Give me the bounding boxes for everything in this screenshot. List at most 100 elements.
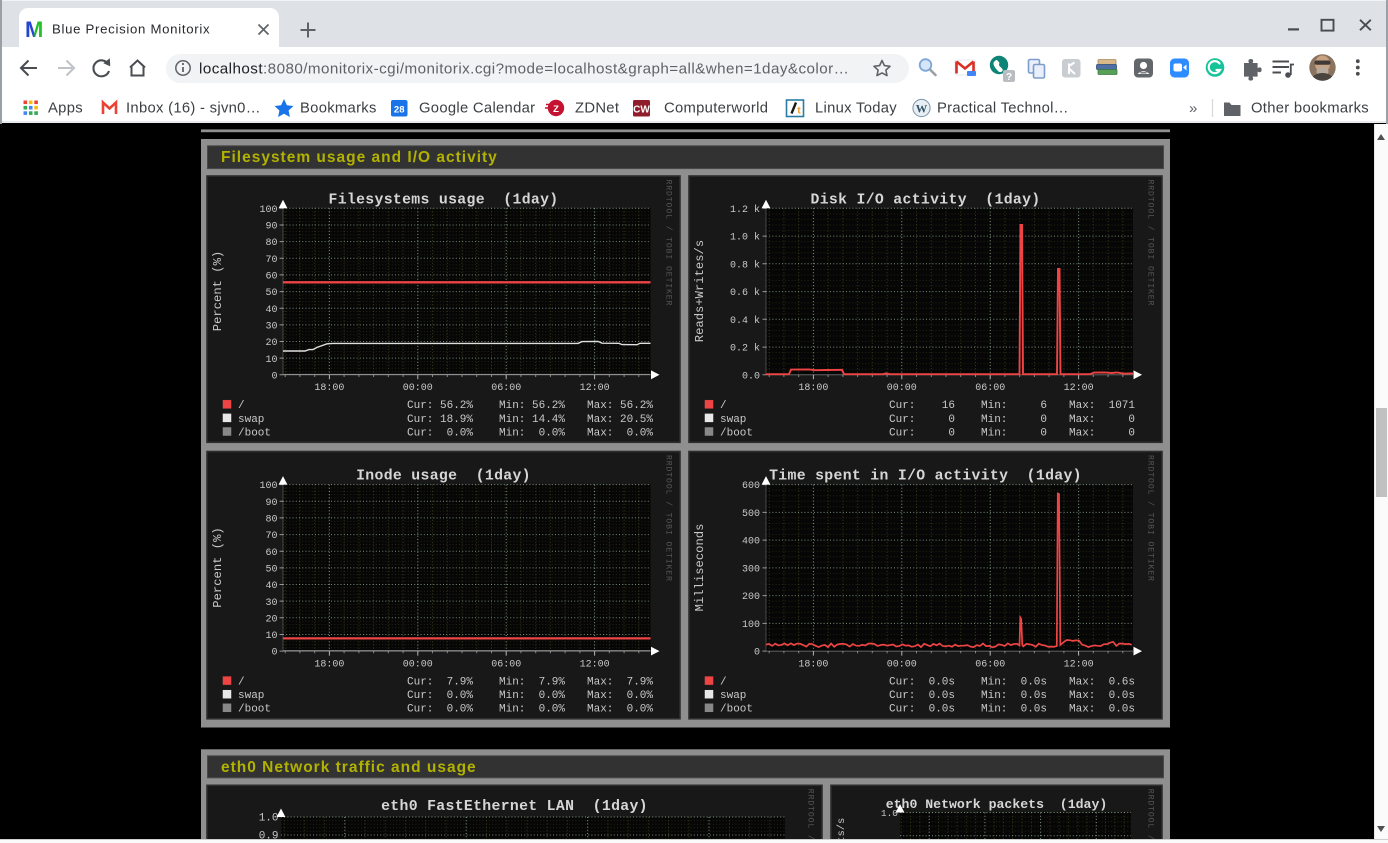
svg-text:Linux Today: Linux Today xyxy=(815,101,897,117)
svg-text:swap: swap xyxy=(720,690,746,702)
svg-text:0: 0 xyxy=(271,648,277,659)
svg-text:0: 0 xyxy=(271,371,277,382)
svg-text:/boot: /boot xyxy=(238,427,271,439)
svg-text:0.6 k: 0.6 k xyxy=(730,287,760,299)
svg-text:Cur: 0.0%: Cur: 0.0% xyxy=(407,704,473,716)
svg-text:18:00: 18:00 xyxy=(798,660,828,671)
svg-text:Cur: 0.0s: Cur: 0.0s xyxy=(889,704,955,716)
svg-text:Practical Technol…: Practical Technol… xyxy=(937,101,1069,117)
svg-text:Apps: Apps xyxy=(48,101,83,117)
svg-text:20: 20 xyxy=(265,338,277,349)
svg-text:RRDTOOL / TOBI OETIKER: RRDTOOL / TOBI OETIKER xyxy=(805,789,815,843)
svg-text:12:00: 12:00 xyxy=(580,660,610,671)
svg-text:12:00: 12:00 xyxy=(1064,660,1094,671)
svg-text:Inode usage (1day): Inode usage (1day) xyxy=(356,468,531,484)
svg-text:Max: 0: Max: 0 xyxy=(1069,414,1135,426)
svg-text:Computerworld: Computerworld xyxy=(664,101,768,117)
svg-text:500: 500 xyxy=(742,509,760,520)
svg-text:0.0: 0.0 xyxy=(742,371,760,382)
svg-text:06:00: 06:00 xyxy=(491,660,521,671)
svg-text:swap: swap xyxy=(238,690,264,702)
svg-text:Max: 20.5%: Max: 20.5% xyxy=(587,414,653,426)
svg-text:Cur: 0.0s: Cur: 0.0s xyxy=(889,677,955,689)
svg-text:swap: swap xyxy=(720,414,746,426)
svg-text:60: 60 xyxy=(265,548,277,559)
svg-text:Cur: 16: Cur: 16 xyxy=(889,400,955,412)
svg-text:Min: 56.2%: Min: 56.2% xyxy=(499,400,565,412)
svg-text:Other bookmarks: Other bookmarks xyxy=(1251,101,1369,117)
svg-text:10: 10 xyxy=(265,355,277,366)
svg-text:300: 300 xyxy=(742,564,760,575)
svg-text:200: 200 xyxy=(742,592,760,603)
svg-text:/: / xyxy=(238,677,245,689)
svg-text:/boot: /boot xyxy=(720,704,753,716)
svg-text:RRDTOOL / TOBI OETIKER: RRDTOOL / TOBI OETIKER xyxy=(663,180,673,307)
svg-text:12:00: 12:00 xyxy=(1064,383,1094,394)
svg-text:18:00: 18:00 xyxy=(798,383,828,394)
svg-text:Milliseconds: Milliseconds xyxy=(693,524,707,612)
svg-text:Percent (%): Percent (%) xyxy=(211,251,225,331)
svg-text:Cur: 7.9%: Cur: 7.9% xyxy=(407,677,473,689)
svg-text:Max: 0.0%: Max: 0.0% xyxy=(587,690,653,702)
svg-text:Z: Z xyxy=(553,104,559,115)
svg-text:12:00: 12:00 xyxy=(580,383,610,394)
svg-text:Cur: 0: Cur: 0 xyxy=(889,414,955,426)
svg-text:20: 20 xyxy=(265,614,277,625)
svg-text:100: 100 xyxy=(259,481,277,492)
svg-text:1.0: 1.0 xyxy=(259,813,279,825)
svg-text:Cur: 56.2%: Cur: 56.2% xyxy=(407,400,473,412)
svg-text:Inbox (16) - sjvn0…: Inbox (16) - sjvn0… xyxy=(126,101,261,117)
svg-text:Min: 0.0%: Min: 0.0% xyxy=(499,704,565,716)
svg-text:ZDNet: ZDNet xyxy=(575,101,619,117)
svg-text:70: 70 xyxy=(265,255,277,266)
svg-text:CW: CW xyxy=(633,105,650,116)
svg-text:00:00: 00:00 xyxy=(403,660,433,671)
svg-text:70: 70 xyxy=(265,531,277,542)
svg-text:Percent (%): Percent (%) xyxy=(211,527,225,607)
svg-text:18:00: 18:00 xyxy=(314,660,344,671)
svg-text:18:00: 18:00 xyxy=(314,383,344,394)
svg-text:90: 90 xyxy=(265,222,277,233)
svg-text:Cur: 18.9%: Cur: 18.9% xyxy=(407,414,473,426)
svg-text:06:00: 06:00 xyxy=(491,383,521,394)
svg-text:Max: 1071: Max: 1071 xyxy=(1069,400,1135,412)
svg-text:00:00: 00:00 xyxy=(403,383,433,394)
svg-text:Max: 0.0s: Max: 0.0s xyxy=(1069,690,1135,702)
svg-text:Min: 0: Min: 0 xyxy=(981,427,1047,439)
svg-text:50: 50 xyxy=(265,564,277,575)
svg-text:Min: 0.0%: Min: 0.0% xyxy=(499,690,565,702)
svg-text:1.0: 1.0 xyxy=(881,808,898,819)
svg-text:00:00: 00:00 xyxy=(887,660,917,671)
svg-text:RRDTOOL / TOBI OETIKER: RRDTOOL / TOBI OETIKER xyxy=(663,455,673,582)
svg-text:Min: 14.4%: Min: 14.4% xyxy=(499,414,565,426)
svg-text:Filesystems usage (1day): Filesystems usage (1day) xyxy=(329,192,559,208)
svg-text:06:00: 06:00 xyxy=(975,383,1005,394)
svg-text:28: 28 xyxy=(394,105,405,116)
svg-text:Disk I/O activity (1day): Disk I/O activity (1day) xyxy=(811,192,1041,208)
svg-text:400: 400 xyxy=(742,537,760,548)
svg-text:00:00: 00:00 xyxy=(887,383,917,394)
svg-text:eth0 FastEthernet LAN (1day): eth0 FastEthernet LAN (1day) xyxy=(381,799,648,815)
svg-text:/boot: /boot xyxy=(238,704,271,716)
svg-text:Cur: 0: Cur: 0 xyxy=(889,427,955,439)
svg-text:localhost:8080/monitorix-cgi/m: localhost:8080/monitorix-cgi/monitorix.c… xyxy=(199,61,849,78)
svg-text:80: 80 xyxy=(265,515,277,526)
svg-text:60: 60 xyxy=(265,272,277,283)
svg-text:RRDTOOL / TOBI OETIKER: RRDTOOL / TOBI OETIKER xyxy=(1145,180,1155,307)
svg-text:swap: swap xyxy=(238,414,264,426)
svg-text:M: M xyxy=(25,17,43,42)
svg-text:06:00: 06:00 xyxy=(975,660,1005,671)
svg-text:10: 10 xyxy=(265,631,277,642)
svg-text:Reads+Writes/s: Reads+Writes/s xyxy=(693,240,707,342)
svg-text:30: 30 xyxy=(265,321,277,332)
svg-text:/: / xyxy=(238,400,245,412)
svg-text:Time spent in I/O activity (1: Time spent in I/O activity (1day) xyxy=(769,468,1082,484)
svg-text:RRDTOOL / TOBI OETIKER: RRDTOOL / TOBI OETIKER xyxy=(1145,789,1155,843)
svg-text:Max: 0.0s: Max: 0.0s xyxy=(1069,704,1135,716)
svg-text:0.8 k: 0.8 k xyxy=(730,259,760,271)
svg-text:0: 0 xyxy=(754,648,760,659)
svg-text:eth0 Network packets (1day): eth0 Network packets (1day) xyxy=(886,797,1108,812)
svg-text:Max: 56.2%: Max: 56.2% xyxy=(587,400,653,412)
svg-text:Google Calendar: Google Calendar xyxy=(419,101,535,117)
svg-text:0.2 k: 0.2 k xyxy=(730,343,760,355)
